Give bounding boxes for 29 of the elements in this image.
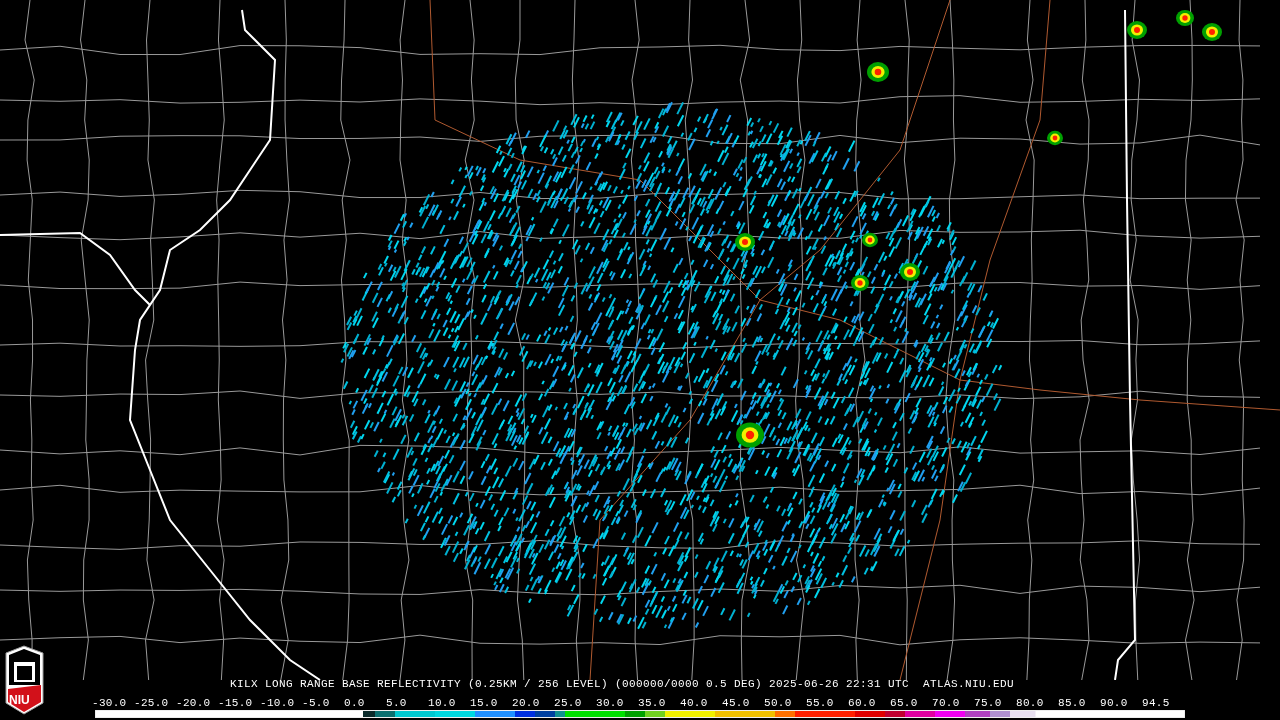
scale-label: 50.0 (764, 697, 793, 709)
scale-label: 15.0 (470, 697, 499, 709)
scale-label: 30.0 (596, 697, 625, 709)
scale-label: 75.0 (974, 697, 1003, 709)
scale-label: 85.0 (1058, 697, 1087, 709)
scale-label: 35.0 (638, 697, 667, 709)
scale-label: -10.0 (260, 697, 296, 709)
scale-label: 40.0 (680, 697, 709, 709)
scale-label: 70.0 (932, 697, 961, 709)
scale-label: -20.0 (176, 697, 212, 709)
scale-label: 65.0 (890, 697, 919, 709)
logo-text: NIU (9, 693, 30, 707)
scale-label: 0.0 (344, 697, 366, 709)
scale-label: -25.0 (134, 697, 170, 709)
scale-label: 94.5 (1142, 697, 1171, 709)
scale-label: -30.0 (92, 697, 128, 709)
scale-label: 10.0 (428, 697, 457, 709)
product-caption: KILX LONG RANGE BASE REFLECTIVITY (0.25KM / 256 LEVEL) (000000/0000 0.5 DEG) 2025-06-26 22:31 UTC ATLAS.NIU.EDU (230, 678, 1015, 691)
shield-logo-icon (3, 645, 46, 715)
scale-label: 55.0 (806, 697, 835, 709)
scale-label: 60.0 (848, 697, 877, 709)
scale-label: -5.0 (302, 697, 331, 709)
scale-label: -15.0 (218, 697, 254, 709)
scale-label: 25.0 (554, 697, 583, 709)
scale-label: 45.0 (722, 697, 751, 709)
scale-label: 80.0 (1016, 697, 1045, 709)
scale-label: 90.0 (1100, 697, 1129, 709)
scale-label: 20.0 (512, 697, 541, 709)
scale-label: 5.0 (386, 697, 408, 709)
